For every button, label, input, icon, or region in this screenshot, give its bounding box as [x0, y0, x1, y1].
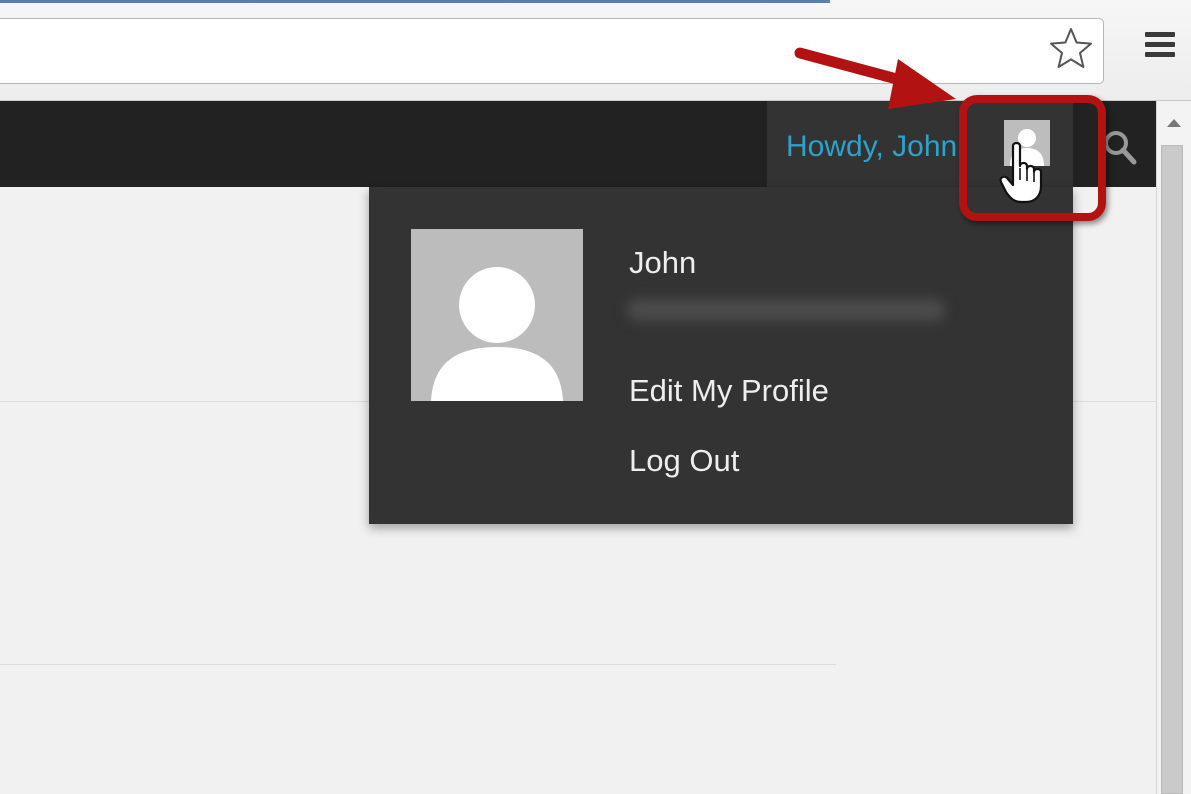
hamburger-menu-icon[interactable] [1145, 32, 1175, 66]
star-icon[interactable] [1048, 26, 1094, 72]
account-dropdown-menu: John Edit My Profile Log Out [369, 187, 1073, 524]
howdy-greeting-link[interactable]: Howdy, John [786, 127, 957, 167]
avatar-silhouette-icon [431, 267, 563, 401]
profile-display-name[interactable]: John [629, 243, 696, 283]
edit-profile-link[interactable]: Edit My Profile [629, 371, 829, 411]
browser-toolbar [0, 0, 1191, 101]
scrollbar-thumb[interactable] [1161, 145, 1183, 794]
redacted-username [627, 299, 945, 321]
search-icon[interactable] [1100, 128, 1140, 168]
annotation-arrow-icon [794, 47, 956, 109]
profile-avatar-icon[interactable] [411, 229, 583, 401]
content-divider [0, 664, 836, 665]
hand-pointer-cursor-icon [999, 141, 1043, 204]
window-top-edge [0, 0, 830, 3]
scroll-up-arrow-icon[interactable] [1167, 119, 1181, 127]
vertical-scrollbar[interactable] [1156, 101, 1191, 794]
log-out-link[interactable]: Log Out [629, 441, 739, 481]
